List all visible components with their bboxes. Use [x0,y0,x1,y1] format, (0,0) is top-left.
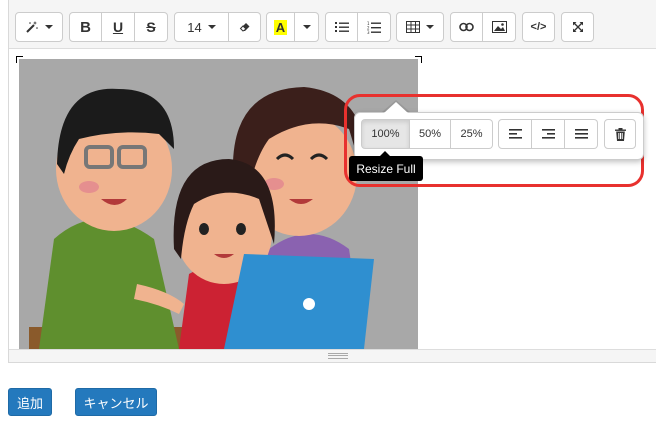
float-left-button[interactable] [498,119,532,149]
resize-full-label: 100% [371,128,400,140]
text-color-dropdown[interactable] [295,12,319,42]
resize-full-button[interactable]: 100% [361,119,410,149]
table-icon [406,21,420,33]
justify-icon [574,129,588,139]
link-button[interactable] [450,12,483,42]
underline-button[interactable]: U [102,12,135,42]
unordered-list-button[interactable] [325,12,358,42]
code-view-button[interactable]: </> [522,12,555,42]
font-size-value: 14 [187,19,202,35]
eraser-icon [239,23,249,32]
resize-half-button[interactable]: 50% [410,119,451,149]
code-icon: </> [530,21,547,33]
add-button[interactable]: 追加 [8,388,52,416]
unordered-list-icon [334,22,349,32]
strikethrough-button[interactable]: S [135,12,168,42]
svg-text:3: 3 [367,30,370,34]
editor-toolbar: B U S 14 A 1 2 3 </> [9,0,656,49]
clear-format-button[interactable] [229,12,261,42]
resize-quarter-label: 25% [460,128,483,140]
text-color-label: A [273,19,288,35]
bold-button[interactable]: B [69,12,102,42]
bold-label: B [80,18,91,36]
float-right-button[interactable] [532,119,565,149]
picture-icon [491,21,507,33]
insert-picture-button[interactable] [483,12,516,42]
float-none-button[interactable] [565,119,598,149]
ordered-list-icon: 1 2 3 [367,21,381,34]
resize-quarter-button[interactable]: 25% [451,119,493,149]
fullscreen-button[interactable] [561,12,594,42]
fullscreen-icon [572,22,583,32]
resize-half-label: 50% [418,128,442,140]
remove-image-button[interactable] [604,119,636,149]
resize-full-tooltip: Resize Full [349,156,423,181]
cancel-button[interactable]: キャンセル [75,388,157,416]
table-dropdown[interactable] [396,12,444,42]
strikethrough-label: S [146,19,156,35]
popover-arrow-inner [384,102,408,113]
align-left-icon [508,129,522,139]
ordered-list-button[interactable]: 1 2 3 [358,12,391,42]
resize-grip[interactable] [328,353,348,359]
editor-statusbar [9,349,656,362]
align-right-icon [541,129,555,139]
text-color-button[interactable]: A [266,12,295,42]
magic-wand-icon [26,21,38,33]
font-size-dropdown[interactable]: 14 [174,12,229,42]
style-dropdown-button[interactable] [15,12,63,42]
link-icon [459,22,474,32]
trash-icon [614,127,626,141]
underline-label: U [112,19,124,35]
